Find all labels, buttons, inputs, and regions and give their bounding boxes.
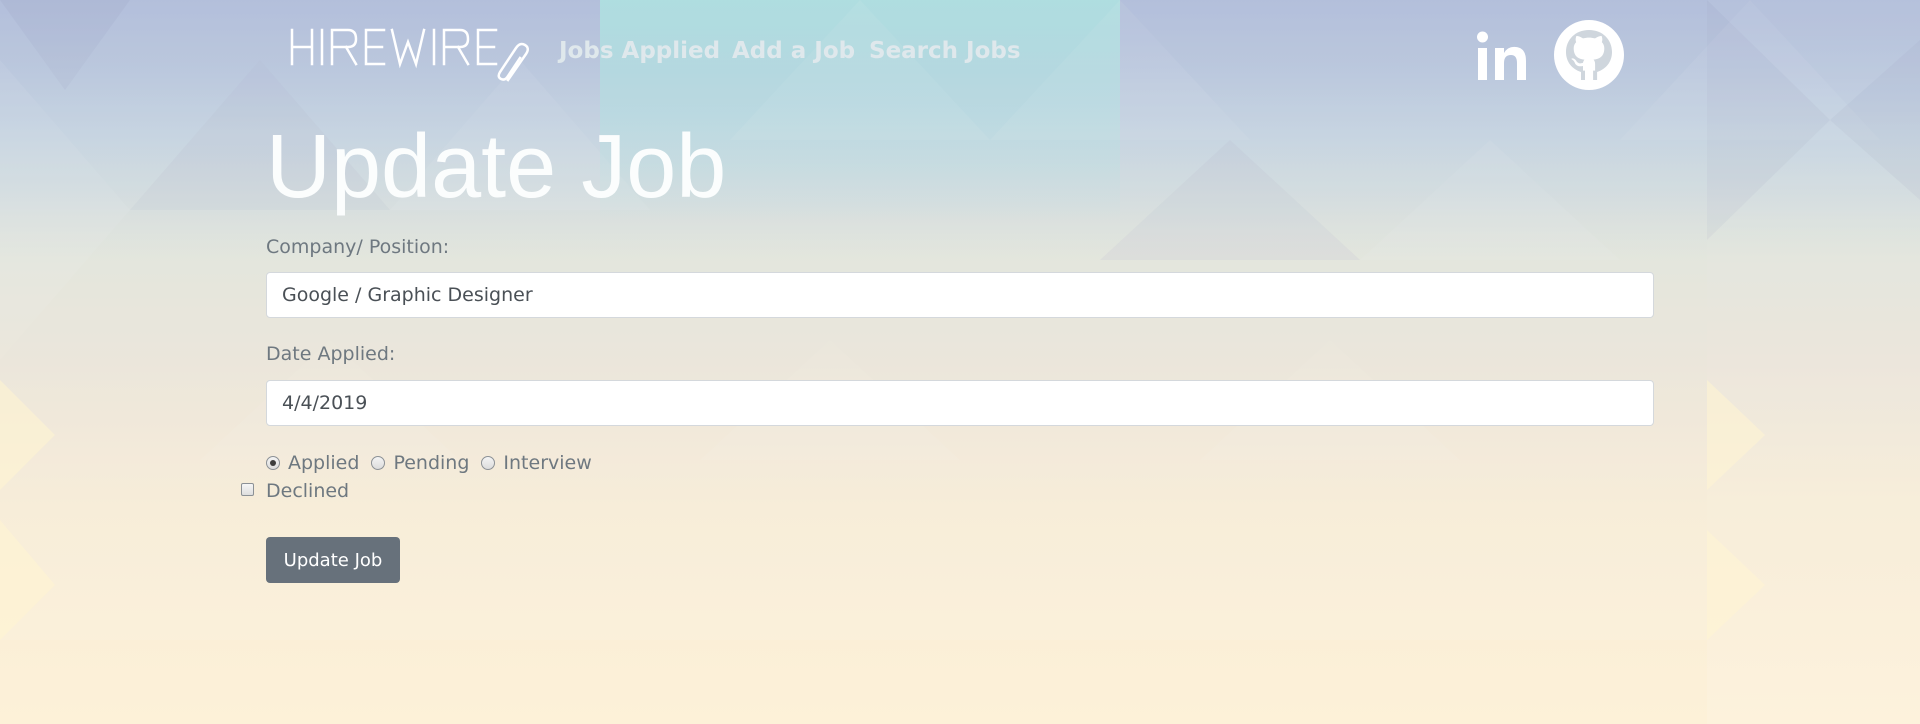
nav-link-jobs-applied[interactable]: Jobs Applied [559,38,720,64]
declined-checkbox[interactable] [241,483,254,496]
page-title: Update Job [266,117,727,217]
status-radio-group: Applied Pending Interview [266,450,604,476]
status-option-applied[interactable]: Applied [266,452,359,474]
update-job-button[interactable]: Update Job [266,537,400,583]
interview-radio[interactable] [481,456,496,470]
github-icon[interactable] [1554,20,1624,90]
applied-radio[interactable] [266,456,280,470]
nav-link-add-a-job[interactable]: Add a Job [732,38,855,64]
hirewire-logo[interactable] [290,20,535,88]
company-position-label: Company/ Position: [266,236,450,258]
status-option-pending[interactable]: Pending [371,452,469,474]
date-applied-input[interactable] [266,380,1654,426]
date-applied-label: Date Applied: [266,343,396,365]
pending-radio[interactable] [371,456,386,470]
company-position-input[interactable] [266,272,1654,318]
linkedin-icon[interactable] [1476,30,1528,84]
pending-label: Pending [393,452,470,474]
declined-label: Declined [266,480,350,502]
navbar: Jobs Applied Add a Job Search Jobs [0,0,1920,110]
interview-label: Interview [503,452,592,474]
nav-link-search-jobs[interactable]: Search Jobs [869,38,1021,64]
status-option-interview[interactable]: Interview [481,452,592,474]
applied-label: Applied [288,452,360,474]
